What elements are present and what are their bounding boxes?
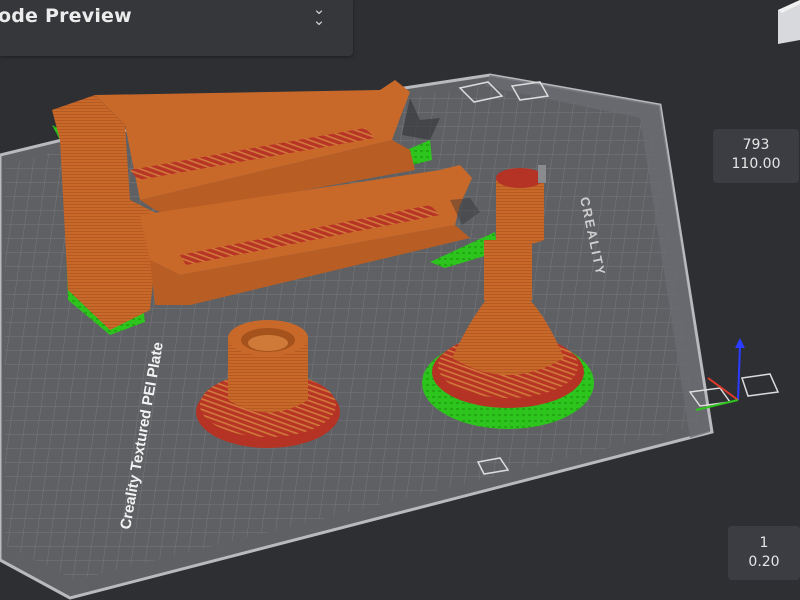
max-layer-value: 793 [742, 137, 770, 153]
double-chevron-down-icon[interactable]: ⌄ ⌄ [308, 2, 330, 28]
gcode-preview-panel: ode Preview ⌄ ⌄ [0, 0, 353, 56]
3d-viewport[interactable]: Creality Textured PEI Plate CREALITY [0, 0, 800, 600]
panel-title: ode Preview [0, 5, 132, 27]
view-cube-icon[interactable] [774, 0, 800, 44]
layer-slider-bottom-readout[interactable]: 1 0.20 [728, 526, 800, 580]
layer-slider-top-readout[interactable]: 793 110.00 [713, 129, 799, 183]
min-layer-value: 1 [759, 535, 769, 551]
max-height-value: 110.00 [731, 156, 781, 172]
min-height-value: 0.20 [748, 554, 780, 570]
